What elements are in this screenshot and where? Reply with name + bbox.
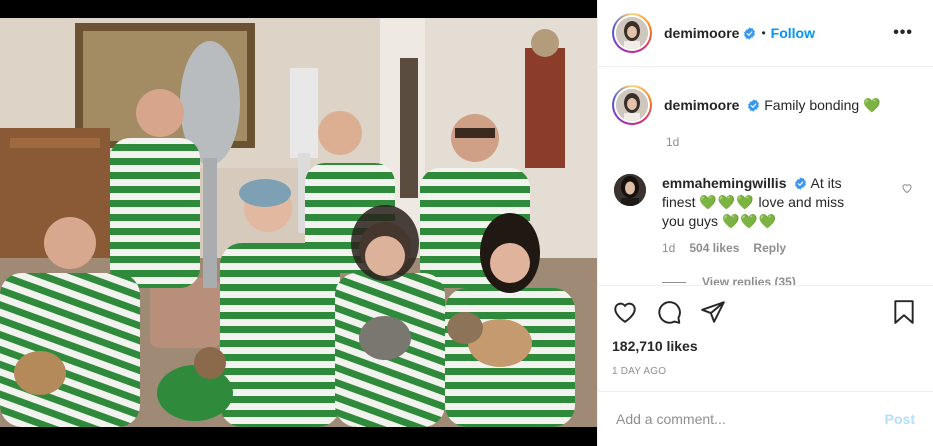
action-bar xyxy=(612,286,919,338)
post-header: demimoore • Follow ••• xyxy=(598,0,933,67)
post-photo[interactable] xyxy=(0,18,597,427)
post-photo-area xyxy=(0,0,597,446)
comment-bubble-icon[interactable] xyxy=(656,299,682,325)
verified-badge-icon xyxy=(795,177,807,190)
comment-time[interactable]: 1d xyxy=(662,241,675,255)
add-comment-bar: Post xyxy=(598,391,933,446)
verified-badge-icon xyxy=(748,99,760,112)
view-replies-label: View replies (35) xyxy=(702,275,796,285)
family-photo-illustration xyxy=(0,18,597,427)
reply-button[interactable]: Reply xyxy=(753,241,786,255)
post-comment-button[interactable]: Post xyxy=(885,411,915,427)
share-paper-plane-icon[interactable] xyxy=(700,299,726,325)
replies-divider-line xyxy=(662,281,686,283)
avatar-portrait-icon xyxy=(616,89,648,121)
caption-time[interactable]: 1d xyxy=(666,135,919,149)
caption-username[interactable]: demimoore xyxy=(664,97,739,113)
comment-meta: 1d 504 likes Reply xyxy=(662,241,919,255)
verified-badge-icon xyxy=(744,26,756,40)
avatar-portrait-icon xyxy=(616,17,648,49)
avatar-portrait-icon xyxy=(614,174,646,206)
comment-item: emmahemingwillis At its finest 💚💚💚 love … xyxy=(612,174,919,285)
post-sidebar: demimoore • Follow ••• demimoore Family … xyxy=(597,0,933,446)
comment-avatar[interactable] xyxy=(614,174,646,206)
actions-section: 182,710 likes 1 DAY AGO xyxy=(598,285,933,391)
save-bookmark-icon[interactable] xyxy=(891,299,917,325)
header-username[interactable]: demimoore xyxy=(664,25,739,41)
caption-avatar-ring[interactable] xyxy=(612,85,652,125)
post-timestamp[interactable]: 1 DAY AGO xyxy=(612,366,919,377)
comment-input[interactable] xyxy=(616,411,885,427)
avatar xyxy=(616,17,648,49)
caption-avatar xyxy=(616,89,648,121)
caption-text: demimoore Family bonding 💚 xyxy=(664,85,882,114)
caption-body: Family bonding xyxy=(764,97,860,113)
instagram-post: demimoore • Follow ••• demimoore Family … xyxy=(0,0,933,446)
comments-section: demimoore Family bonding 💚 1d emmaheming… xyxy=(598,67,933,285)
green-hearts-emoji: 💚💚💚 xyxy=(699,194,755,210)
view-replies-button[interactable]: View replies (35) xyxy=(662,275,919,285)
comment-likes[interactable]: 504 likes xyxy=(689,241,739,255)
story-ring[interactable] xyxy=(612,13,652,53)
like-comment-heart-icon[interactable] xyxy=(901,182,913,194)
follow-button[interactable]: Follow xyxy=(771,25,815,41)
separator-dot: • xyxy=(761,26,766,40)
like-heart-icon[interactable] xyxy=(612,299,638,325)
comment-username[interactable]: emmahemingwillis xyxy=(662,175,786,191)
comment-body: emmahemingwillis At its finest 💚💚💚 love … xyxy=(662,174,862,231)
likes-count[interactable]: 182,710 likes xyxy=(612,338,919,354)
caption-row: demimoore Family bonding 💚 xyxy=(612,85,919,125)
green-hearts-emoji: 💚💚💚 xyxy=(721,213,778,229)
more-options-icon[interactable]: ••• xyxy=(893,24,919,42)
green-heart-emoji: 💚 xyxy=(863,97,882,113)
